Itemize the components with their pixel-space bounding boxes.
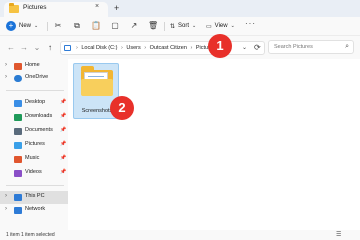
toolbar-divider bbox=[47, 22, 48, 31]
plus-icon: + bbox=[6, 21, 16, 31]
downloads-icon bbox=[14, 114, 22, 121]
sort-icon: ⇅ bbox=[170, 23, 176, 30]
search-placeholder: Search Pictures bbox=[274, 44, 313, 50]
copy-icon[interactable]: ⧉ bbox=[72, 21, 82, 31]
view-label: View bbox=[214, 23, 228, 29]
view-button[interactable]: ▭ View ⌄ bbox=[206, 20, 235, 32]
sidebar-item-this-pc[interactable]: › This PC bbox=[0, 191, 68, 204]
close-tab-icon[interactable]: × bbox=[95, 3, 99, 10]
pin-icon: 📌 bbox=[60, 141, 67, 147]
breadcrumb-item[interactable]: Users bbox=[126, 45, 140, 51]
cut-icon[interactable]: ✂ bbox=[53, 21, 63, 31]
sidebar-item-music[interactable]: Music 📌 bbox=[0, 153, 68, 166]
sidebar-item-label: Home bbox=[25, 62, 40, 68]
pin-icon: 📌 bbox=[60, 155, 67, 161]
search-input[interactable]: Search Pictures ⌕ bbox=[268, 40, 354, 54]
this-pc-icon bbox=[64, 45, 71, 51]
new-label: New bbox=[19, 23, 32, 29]
sidebar-item-label: Documents bbox=[25, 127, 53, 133]
sidebar-item-label: Videos bbox=[25, 169, 42, 175]
pictures-icon bbox=[14, 142, 22, 149]
status-text: 1 item 1 item selected bbox=[6, 232, 55, 238]
tab-label: Pictures bbox=[23, 4, 47, 11]
address-dropdown-icon[interactable]: ⌄ bbox=[242, 44, 247, 51]
network-icon bbox=[14, 207, 22, 214]
chevron-right-icon[interactable]: › bbox=[5, 193, 7, 199]
home-icon bbox=[14, 63, 22, 70]
more-options-button[interactable]: ··· bbox=[245, 19, 256, 28]
recent-locations-icon[interactable]: ⌄ bbox=[33, 43, 41, 53]
sidebar-item-pictures[interactable]: Pictures 📌 bbox=[0, 139, 68, 152]
annotation-badge-1: 1 bbox=[208, 34, 232, 58]
this-pc-icon bbox=[14, 194, 22, 201]
documents-icon bbox=[14, 128, 22, 135]
sidebar-item-label: This PC bbox=[25, 193, 45, 199]
annotation-badge-2: 2 bbox=[110, 96, 134, 120]
chevron-down-icon: ⌄ bbox=[230, 23, 235, 29]
sort-label: Sort bbox=[178, 23, 190, 29]
sidebar-item-downloads[interactable]: Downloads 📌 bbox=[0, 111, 68, 124]
sidebar-item-label: Pictures bbox=[25, 141, 45, 147]
paste-icon[interactable]: 📋 bbox=[91, 21, 101, 31]
breadcrumb-separator: › bbox=[190, 45, 193, 51]
sort-button[interactable]: ⇅ Sort ⌄ bbox=[170, 20, 196, 32]
breadcrumb-separator: › bbox=[76, 45, 78, 51]
address-bar[interactable]: › Local Disk (C:) › Users › Outcast Citi… bbox=[60, 41, 265, 55]
tab-pictures[interactable]: Pictures × bbox=[4, 2, 108, 17]
view-icon: ▭ bbox=[206, 23, 212, 30]
navigation-pane: › Home › OneDrive Desktop 📌 Downloads 📌 … bbox=[0, 59, 68, 230]
sidebar-divider bbox=[6, 185, 64, 186]
folder-icon bbox=[9, 3, 19, 13]
refresh-icon[interactable]: ⟳ bbox=[254, 43, 261, 52]
sidebar-item-documents[interactable]: Documents 📌 bbox=[0, 125, 68, 138]
breadcrumb-item[interactable]: Outcast Citizen bbox=[150, 45, 187, 51]
sidebar-item-label: Downloads bbox=[25, 113, 53, 119]
command-bar: + New ⌄ ✂ ⧉ 📋 ▢ ↗ 🗑 ⇅ Sort ⌄ ▭ View ⌄ ··… bbox=[0, 17, 360, 35]
chevron-down-icon: ⌄ bbox=[192, 23, 197, 29]
rename-icon[interactable]: ▢ bbox=[110, 21, 120, 31]
videos-icon bbox=[14, 170, 22, 177]
sidebar-item-network[interactable]: › Network bbox=[0, 204, 68, 217]
sidebar-item-onedrive[interactable]: › OneDrive bbox=[0, 72, 68, 85]
pin-icon: 📌 bbox=[60, 113, 67, 119]
status-bar: 1 item 1 item selected ☰ bbox=[0, 230, 360, 240]
sidebar-item-label: Music bbox=[25, 155, 40, 161]
pin-icon: 📌 bbox=[60, 127, 67, 133]
desktop-icon bbox=[14, 100, 22, 107]
up-arrow-icon[interactable]: ↑ bbox=[46, 43, 54, 53]
onedrive-icon bbox=[14, 75, 22, 82]
details-view-icon[interactable]: ☰ bbox=[336, 231, 341, 238]
breadcrumb-separator: › bbox=[120, 45, 123, 51]
new-button[interactable]: + New ⌄ bbox=[6, 20, 38, 32]
sidebar-item-desktop[interactable]: Desktop 📌 bbox=[0, 97, 68, 110]
chevron-right-icon[interactable]: › bbox=[5, 206, 7, 212]
breadcrumb-item[interactable]: Local Disk (C:) bbox=[81, 45, 117, 51]
music-icon bbox=[14, 156, 22, 163]
breadcrumb: › Local Disk (C:) › Users › Outcast Citi… bbox=[74, 45, 223, 51]
toolbar-divider bbox=[164, 22, 165, 31]
delete-icon[interactable]: 🗑 bbox=[148, 21, 158, 31]
breadcrumb-separator: › bbox=[144, 45, 147, 51]
sidebar-item-label: Network bbox=[25, 206, 46, 212]
new-tab-button[interactable]: + bbox=[114, 3, 119, 13]
search-icon: ⌕ bbox=[345, 43, 349, 50]
back-arrow-icon[interactable]: ← bbox=[7, 43, 15, 53]
forward-arrow-icon[interactable]: → bbox=[20, 43, 28, 53]
chevron-right-icon[interactable]: › bbox=[5, 74, 7, 80]
sidebar-divider bbox=[6, 90, 64, 91]
sidebar-item-videos[interactable]: Videos 📌 bbox=[0, 167, 68, 180]
sidebar-item-label: OneDrive bbox=[25, 74, 49, 80]
file-list-pane: Screenshots bbox=[68, 59, 360, 230]
chevron-down-icon: ⌄ bbox=[34, 23, 39, 29]
file-explorer-window: Pictures × + + New ⌄ ✂ ⧉ 📋 ▢ ↗ 🗑 ⇅ Sort … bbox=[0, 0, 360, 240]
chevron-right-icon[interactable]: › bbox=[5, 62, 7, 68]
title-bar: Pictures × + bbox=[0, 0, 360, 17]
share-icon[interactable]: ↗ bbox=[129, 21, 139, 31]
pin-icon: 📌 bbox=[60, 99, 67, 105]
pin-icon: 📌 bbox=[60, 169, 67, 175]
folder-front-icon bbox=[81, 79, 113, 96]
sidebar-item-label: Desktop bbox=[25, 99, 46, 105]
